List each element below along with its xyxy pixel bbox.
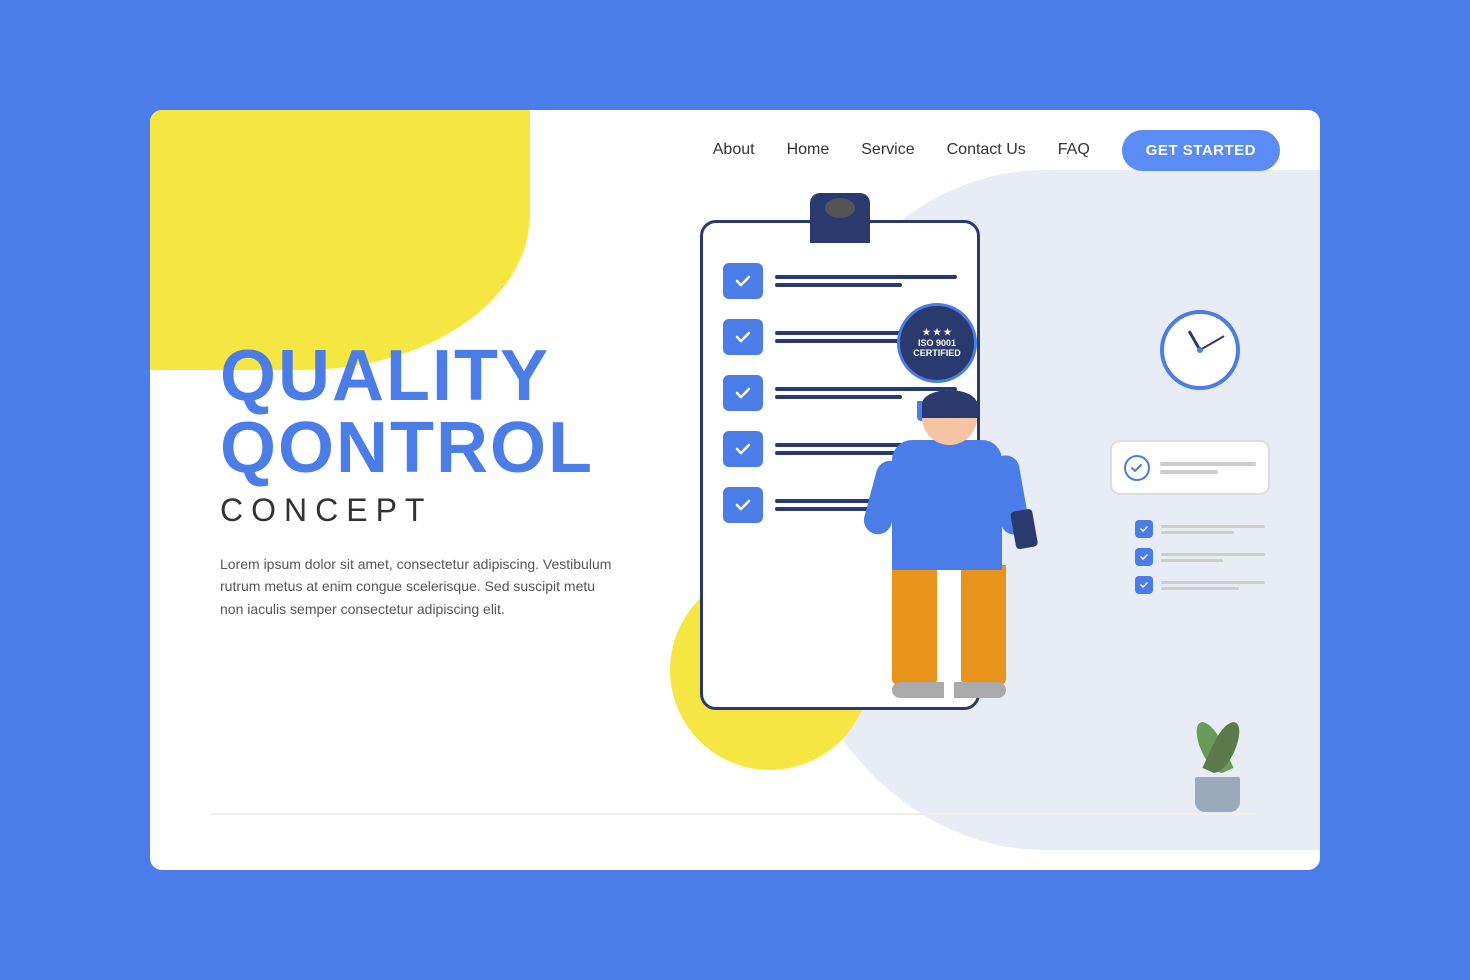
nav-about[interactable]: About: [713, 141, 755, 159]
mini-list-lines-1: [1161, 525, 1265, 534]
leg-right: [961, 565, 1006, 685]
hero-description: Lorem ipsum dolor sit amet, consectetur …: [220, 553, 620, 620]
plant-decoration: [1195, 720, 1240, 812]
check-box-4: [723, 431, 763, 467]
get-started-button[interactable]: GET STARTED: [1122, 130, 1280, 171]
mini-list-dot-1: [1135, 520, 1153, 538]
check-line: [775, 275, 957, 279]
iso-badge-text: ★ ★ ★ ISO 9001 CERTIFIED: [913, 327, 961, 359]
check-box-2: [723, 319, 763, 355]
clipboard-clip: [810, 193, 870, 243]
mini-check-card: [1110, 440, 1270, 495]
person-arm-left: [861, 458, 907, 538]
mini-list-line: [1161, 581, 1265, 584]
mini-list-item-2: [1135, 548, 1265, 566]
mini-card-lines: [1160, 462, 1256, 474]
clock-icon: [1160, 310, 1240, 390]
plant-pot: [1195, 777, 1240, 812]
person-head: [922, 390, 977, 445]
person-figure: [850, 390, 1010, 810]
mini-list-dot-2: [1135, 548, 1153, 566]
plant-leaves: [1195, 720, 1240, 775]
ground-line: [210, 813, 1260, 815]
navbar: About Home Service Contact Us FAQ GET ST…: [150, 110, 1320, 190]
hero-text: QUALITY QONTROL CONCEPT Lorem ipsum dolo…: [220, 340, 620, 620]
check-box-3: [723, 375, 763, 411]
person-body: [892, 440, 1002, 570]
title-line1: QUALITY: [220, 340, 620, 412]
clock-face: [1160, 310, 1240, 390]
nav-faq[interactable]: FAQ: [1058, 141, 1090, 159]
check-box-5: [723, 487, 763, 523]
page-container: About Home Service Contact Us FAQ GET ST…: [150, 110, 1320, 870]
title-line2: QONTROL: [220, 412, 620, 484]
nav-contact[interactable]: Contact Us: [947, 141, 1026, 159]
mini-list-item-3: [1135, 576, 1265, 594]
iso-badge-circle: ★ ★ ★ ISO 9001 CERTIFIED: [897, 303, 977, 383]
person-legs: [892, 565, 1006, 698]
mini-list-line: [1161, 587, 1239, 590]
shoe-right: [954, 682, 1006, 698]
mini-list-line: [1161, 525, 1265, 528]
shoe-left: [892, 682, 944, 698]
mini-list-lines-3: [1161, 581, 1265, 590]
mini-list-line: [1161, 531, 1234, 534]
check-lines-1: [775, 275, 957, 287]
mini-list-line: [1161, 559, 1223, 562]
mini-list-line: [1161, 553, 1265, 556]
mini-line: [1160, 462, 1256, 466]
check-line: [775, 339, 902, 343]
check-box-1: [723, 263, 763, 299]
mini-list-lines-2: [1161, 553, 1265, 562]
clock-center-dot: [1197, 347, 1203, 353]
iso-badge: ★ ★ ★ ISO 9001 CERTIFIED: [897, 303, 997, 403]
check-line: [775, 283, 902, 287]
person-hair: [922, 390, 977, 418]
mini-list-item-1: [1135, 520, 1265, 538]
mini-check-circle: [1124, 455, 1150, 481]
nav-service[interactable]: Service: [861, 141, 914, 159]
leg-left: [892, 565, 937, 685]
mini-list-dot-3: [1135, 576, 1153, 594]
title-line3: CONCEPT: [220, 492, 620, 529]
person-leg-right: [954, 565, 1006, 698]
check-item-1: [723, 263, 957, 299]
mini-line: [1160, 470, 1218, 474]
clock-minute-hand: [1200, 335, 1225, 351]
nav-home[interactable]: Home: [787, 141, 830, 159]
person-leg-left: [892, 565, 944, 698]
mini-list: [1135, 520, 1265, 604]
